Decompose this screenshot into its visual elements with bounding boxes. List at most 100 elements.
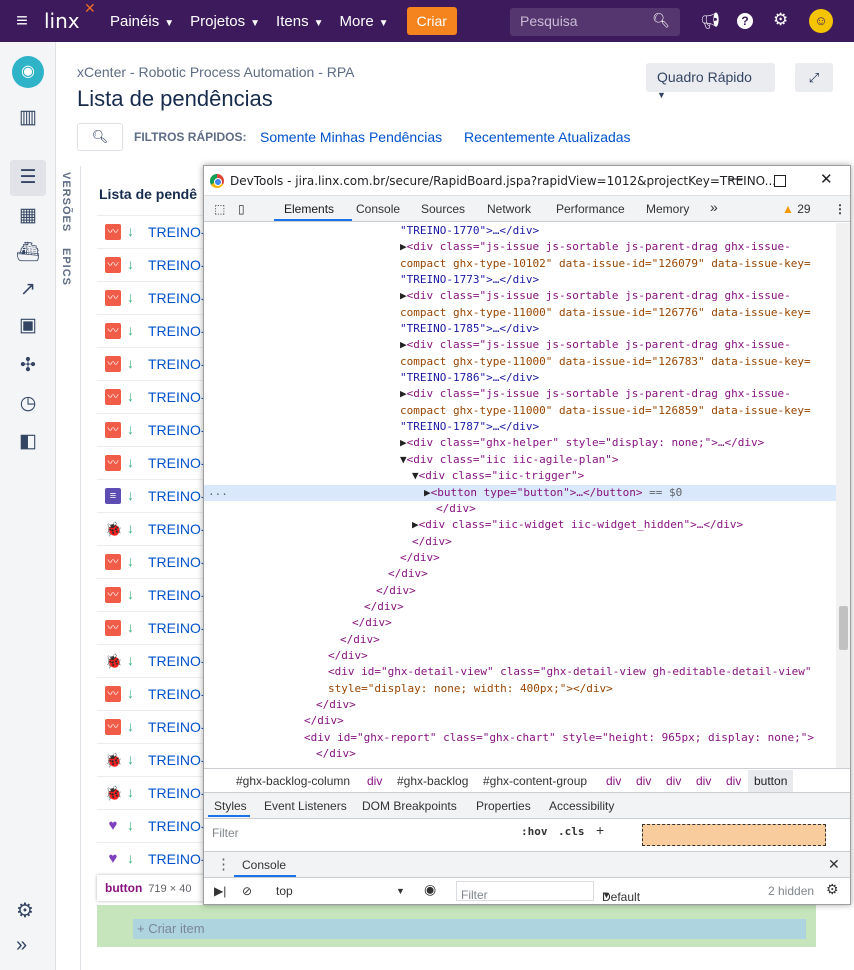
backlog-row[interactable]: 〰 ↓ TREINO- [97, 380, 207, 413]
clear-console-icon[interactable]: ⊘ [242, 884, 252, 898]
monitor-icon[interactable]: ▣ [14, 314, 42, 340]
dom-line[interactable]: "TREINO-1773">…</div> [204, 272, 836, 288]
puzzle-icon[interactable]: ✣ [14, 354, 42, 380]
device-toolbar-icon[interactable]: ▯ [238, 202, 245, 216]
expand-sidebar-icon[interactable]: » [16, 934, 27, 957]
backlog-row[interactable]: ♥ ↓ TREINO- [97, 842, 207, 875]
backlog-row[interactable]: ♥ ↓ TREINO- [97, 809, 207, 842]
backlog-row[interactable]: 〰 ↓ TREINO- [97, 413, 207, 446]
backlog-row[interactable]: 〰 ↓ TREINO- [97, 545, 207, 578]
tab-dom-breakpoints[interactable]: DOM Breakpoints [362, 799, 457, 813]
backlog-row[interactable]: 〰 ↓ TREINO- [97, 446, 207, 479]
breadcrumb[interactable]: xCenter - Robotic Process Automation - R… [77, 64, 355, 80]
issue-key[interactable]: TREINO- [148, 851, 206, 867]
kebab-menu-icon[interactable]: ⋮ [834, 202, 846, 216]
dom-line[interactable]: </div> [204, 697, 836, 713]
crumb-item[interactable]: #ghx-backlog-column [236, 774, 350, 788]
issue-key[interactable]: TREINO- [148, 389, 206, 405]
scrollbar-thumb[interactable] [839, 606, 848, 650]
issue-key[interactable]: TREINO- [148, 422, 206, 438]
tab-console[interactable]: Console [356, 202, 400, 216]
dom-line[interactable]: compact ghx-type-11000" data-issue-id="1… [204, 305, 836, 321]
inspect-icon[interactable]: ⬚ [214, 202, 225, 216]
issue-key[interactable]: TREINO- [148, 554, 206, 570]
drawer-menu-icon[interactable]: ⋮ [216, 855, 231, 873]
dom-line[interactable]: </div> [204, 746, 836, 762]
dom-line[interactable]: </div> [204, 648, 836, 664]
dom-line[interactable]: "TREINO-1787">…</div> [204, 419, 836, 435]
backlog-row[interactable]: 〰 ↓ TREINO- [97, 281, 207, 314]
issue-key[interactable]: TREINO- [148, 686, 206, 702]
help-icon[interactable]: ? [737, 13, 753, 29]
dom-line[interactable]: </div> [204, 583, 836, 599]
dom-line[interactable]: "TREINO-1785">…</div> [204, 321, 836, 337]
backlog-row[interactable]: 🐞 ↓ TREINO- [97, 776, 207, 809]
issue-key[interactable]: TREINO- [148, 785, 206, 801]
nav-more[interactable]: More ▼ [339, 13, 388, 30]
board-icon[interactable]: ▦ [14, 204, 42, 230]
tab-sources[interactable]: Sources [421, 202, 465, 216]
backlog-row[interactable]: 🐞 ↓ TREINO- [97, 644, 207, 677]
crumb-item[interactable]: #ghx-content-group [483, 774, 587, 788]
backlog-row[interactable]: 〰 ↓ TREINO- [97, 710, 207, 743]
cls-toggle[interactable]: .cls [558, 825, 585, 838]
issue-key[interactable]: TREINO- [148, 521, 206, 537]
issue-key[interactable]: TREINO- [148, 290, 206, 306]
styles-filter-input[interactable]: Filter [212, 826, 239, 840]
quick-board-button[interactable]: Quadro Rápido ▼ [646, 63, 775, 100]
issue-key[interactable]: TREINO- [148, 752, 206, 768]
dom-line[interactable]: ▼<div class="iic iic-agile-plan"> [204, 452, 836, 468]
tab-accessibility[interactable]: Accessibility [549, 799, 614, 813]
filter-recently-updated[interactable]: Recentemente Atualizadas [464, 129, 631, 145]
tab-versions[interactable]: VERSÕES [60, 172, 72, 232]
backlog-row[interactable]: 🐞 ↓ TREINO- [97, 512, 207, 545]
sidebar-toggle-icon[interactable]: ▶| [214, 884, 226, 898]
maximize-icon[interactable] [774, 175, 786, 187]
expand-icon[interactable]: ⤢ [795, 63, 833, 92]
tab-performance[interactable]: Performance [556, 202, 625, 216]
issue-key[interactable]: TREINO- [148, 719, 206, 735]
dom-line[interactable]: ▶<div class="js-issue js-sortable js-par… [204, 337, 836, 353]
issue-key[interactable]: TREINO- [148, 455, 206, 471]
dom-line[interactable]: <div id="ghx-detail-view" class="ghx-det… [204, 664, 836, 680]
dom-line[interactable]: ▶<div class="js-issue js-sortable js-par… [204, 239, 836, 255]
tab-elements[interactable]: Elements [284, 202, 334, 216]
megaphone-icon[interactable]: 📢︎ [700, 11, 720, 31]
dom-line[interactable]: </div> [204, 550, 836, 566]
issue-key[interactable]: TREINO- [148, 620, 206, 636]
issue-key[interactable]: TREINO- [148, 587, 206, 603]
dom-scrollbar[interactable] [836, 223, 850, 768]
dom-line[interactable]: compact ghx-type-11000" data-issue-id="1… [204, 403, 836, 419]
context-select[interactable]: top [276, 884, 293, 898]
create-item-button[interactable]: + Criar item [133, 919, 806, 939]
dom-line[interactable]: </div> [204, 632, 836, 648]
search-input[interactable]: Pesquisa 🔍︎ [510, 8, 680, 36]
avatar[interactable]: ☺ [809, 9, 833, 33]
dom-line[interactable]: ▶<div class="iic-widget iic-widget_hidde… [204, 517, 836, 533]
dom-line[interactable]: </div> [204, 615, 836, 631]
crumb-item[interactable]: div [666, 774, 681, 788]
dom-line[interactable]: </div> [204, 534, 836, 550]
issue-key[interactable]: TREINO- [148, 224, 206, 240]
filter-my-issues[interactable]: Somente Minhas Pendências [260, 129, 442, 145]
filter-search-button[interactable]: 🔍︎ [77, 123, 123, 151]
backlog-row[interactable]: 〰 ↓ TREINO- [97, 578, 207, 611]
dom-line-selected[interactable]: ▶<button type="button">…</button> == $0 [204, 484, 836, 501]
tab-epics[interactable]: EPICS [60, 248, 72, 286]
tab-network[interactable]: Network [487, 202, 531, 216]
gear-icon[interactable]: ⚙ [826, 881, 839, 898]
dom-line[interactable]: </div> [204, 599, 836, 615]
warnings-badge[interactable]: ▲ 29 [782, 202, 811, 216]
backlog-row[interactable]: 〰 ↓ TREINO- [97, 215, 207, 248]
tab-properties[interactable]: Properties [476, 799, 531, 813]
crumb-item[interactable]: div [606, 774, 621, 788]
issue-key[interactable]: TREINO- [148, 488, 206, 504]
crumb-item[interactable]: div [696, 774, 711, 788]
dom-line[interactable]: ▶<div class="js-issue js-sortable js-par… [204, 288, 836, 304]
backlog-row[interactable]: ≡ ↓ TREINO- [97, 479, 207, 512]
eye-icon[interactable]: ◉ [424, 881, 436, 898]
issue-key[interactable]: TREINO- [148, 356, 206, 372]
gear-icon[interactable]: ⚙ [773, 10, 788, 30]
console-filter-input[interactable]: Filter [456, 881, 594, 902]
dom-line[interactable]: ▶<div class="ghx-helper" style="display:… [204, 435, 836, 451]
